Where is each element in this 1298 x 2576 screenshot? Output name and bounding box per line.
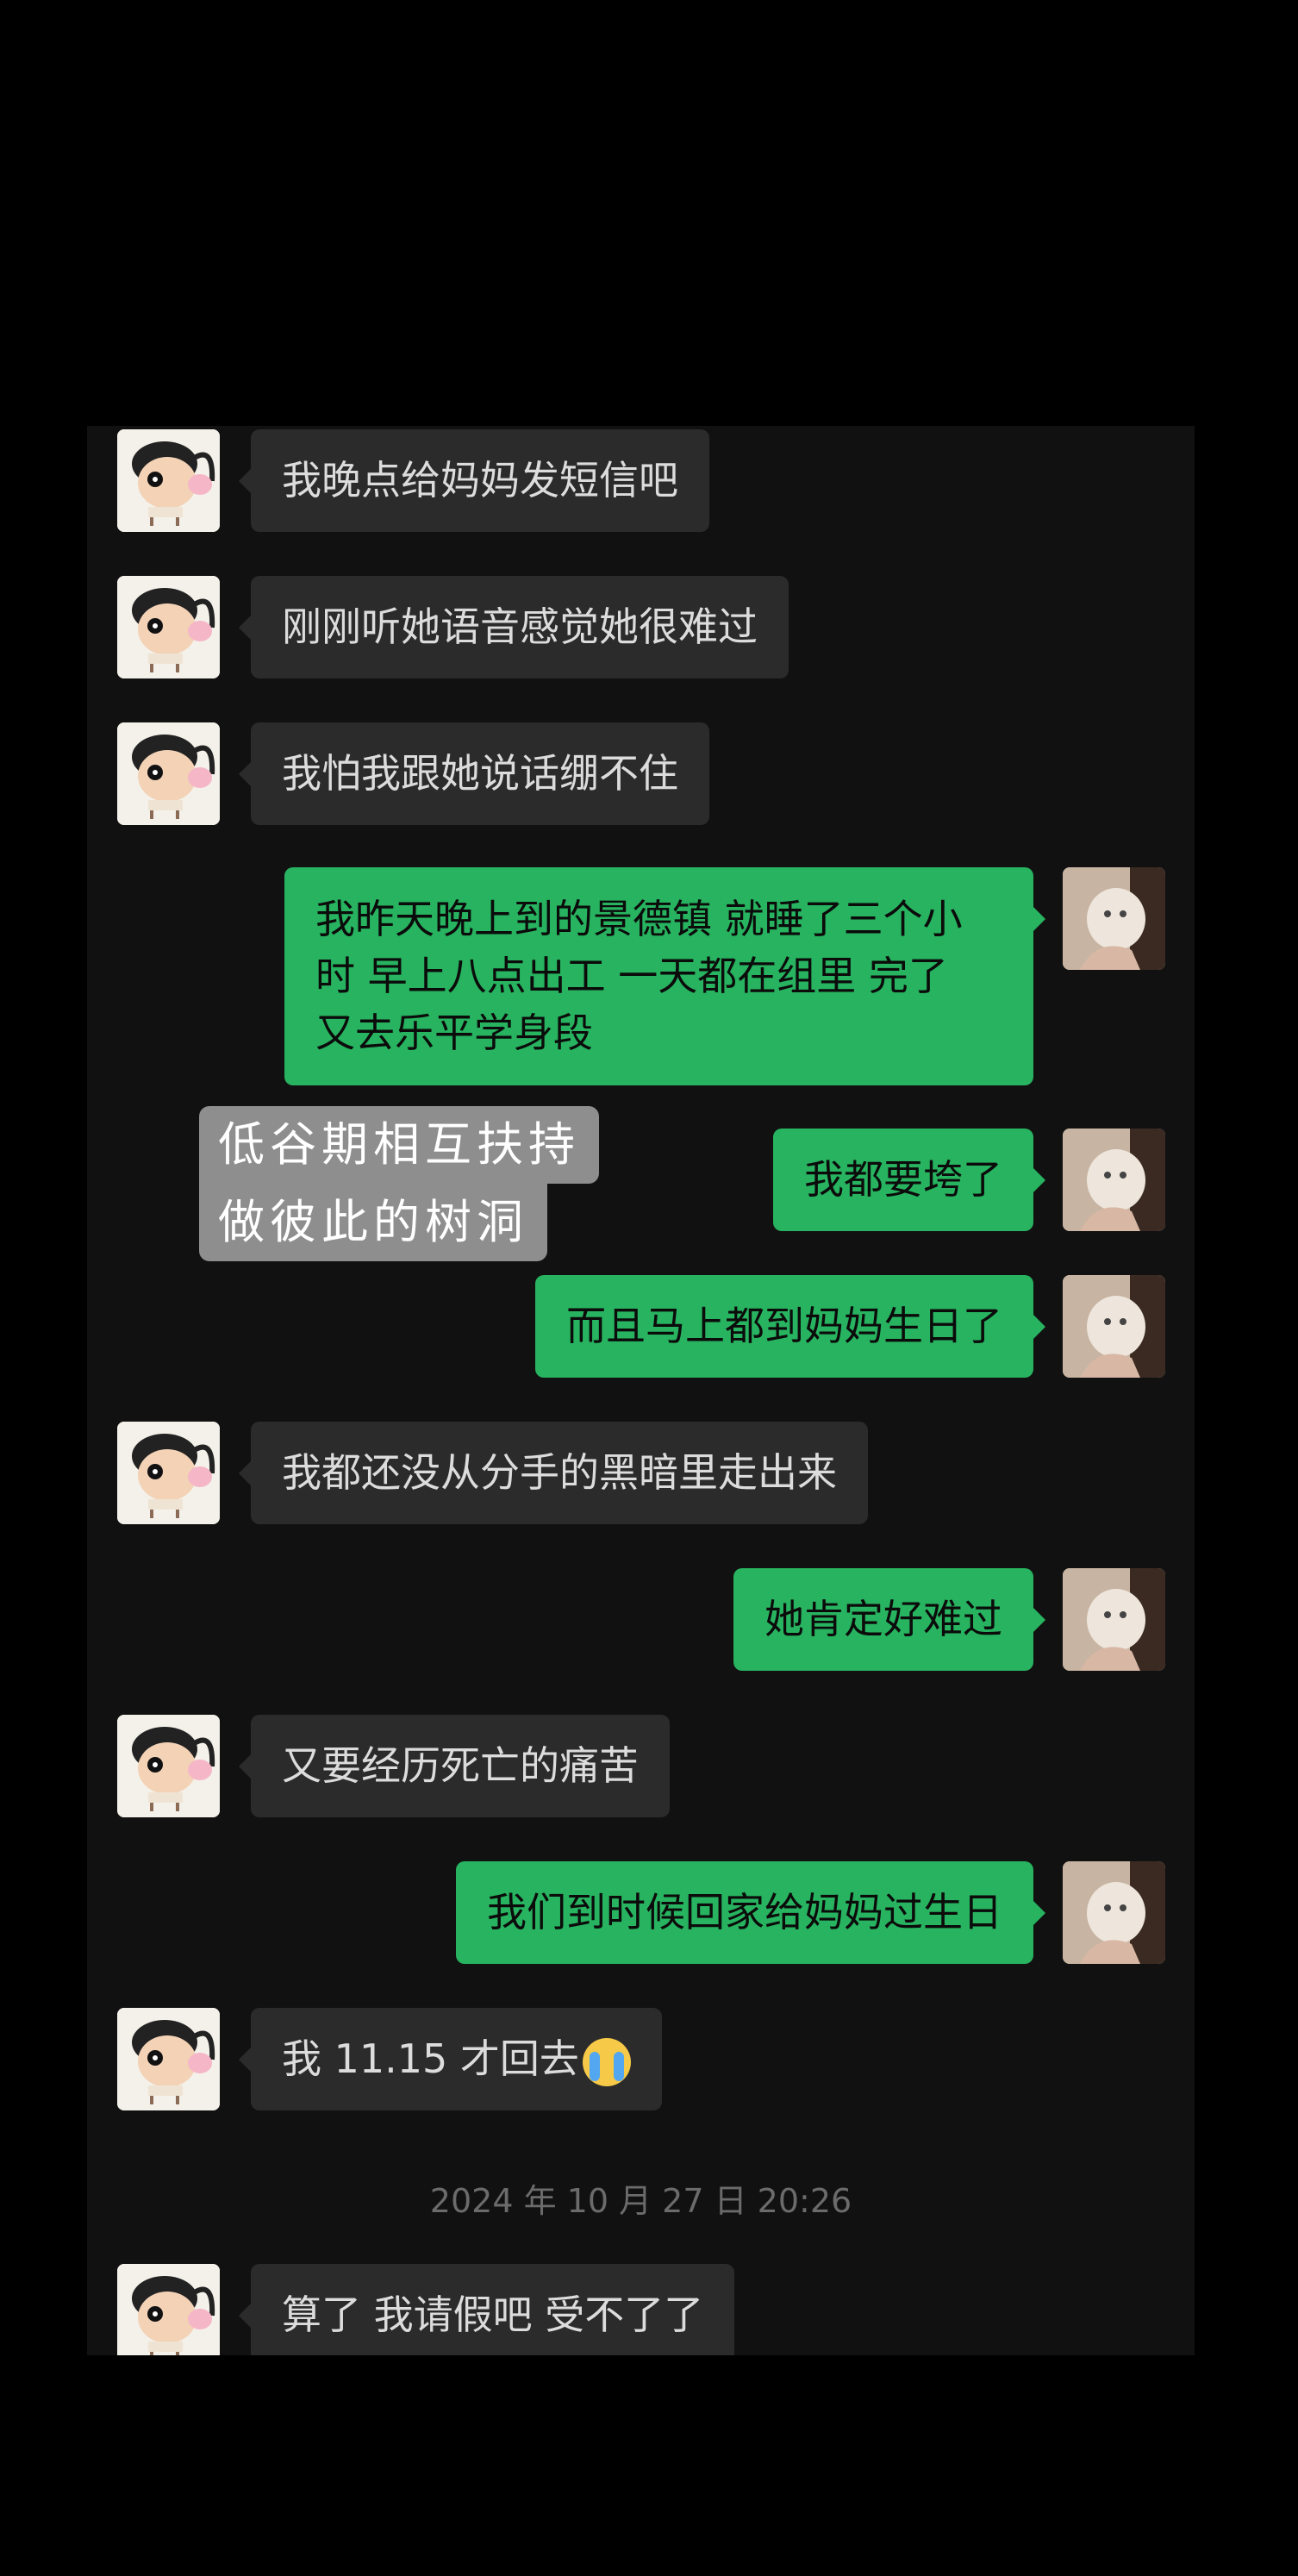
message-bubble[interactable]: 算了 我请假吧 受不了了 bbox=[238, 2264, 735, 2355]
message-bubble[interactable]: 我都要垮了 bbox=[773, 1129, 1045, 1231]
message-row: 我都还没从分手的黑暗里走出来 bbox=[87, 1422, 1195, 1524]
message-row: 我昨天晚上到的景德镇 就睡了三个小 时 早上八点出工 一天都在组里 完了 又去乐… bbox=[87, 867, 1195, 1085]
overlay-caption: 低谷期相互扶持 做彼此的树洞 bbox=[199, 1106, 599, 1261]
contact-avatar[interactable] bbox=[117, 722, 220, 825]
message-row: 算了 我请假吧 受不了了 bbox=[87, 2264, 1195, 2355]
contact-avatar[interactable] bbox=[117, 576, 220, 678]
message-line: 时 早上八点出工 一天都在组里 完了 bbox=[315, 953, 948, 999]
caption-line: 做彼此的树洞 bbox=[199, 1184, 547, 1261]
contact-avatar[interactable] bbox=[117, 2264, 220, 2355]
contact-avatar[interactable] bbox=[117, 1422, 220, 1524]
crying-face-icon bbox=[582, 2037, 631, 2086]
message-line: 又去乐平学身段 bbox=[315, 1010, 593, 1056]
message-row: 而且马上都到妈妈生日了 bbox=[87, 1275, 1195, 1378]
message-bubble[interactable]: 我晚点给妈妈发短信吧 bbox=[239, 429, 709, 532]
contact-avatar[interactable] bbox=[117, 1715, 220, 1817]
message-bubble[interactable]: 而且马上都到妈妈生日了 bbox=[535, 1275, 1045, 1378]
message-bubble[interactable]: 刚刚听她语音感觉她很难过 bbox=[239, 576, 789, 678]
my-avatar[interactable] bbox=[1063, 867, 1165, 970]
message-bubble[interactable]: 又要经历死亡的痛苦 bbox=[239, 1715, 670, 1817]
my-avatar[interactable] bbox=[1063, 1568, 1165, 1671]
message-bubble[interactable]: 我 11.15 才回去 bbox=[239, 2008, 662, 2110]
my-avatar[interactable] bbox=[1063, 1275, 1165, 1378]
my-avatar[interactable] bbox=[1063, 1861, 1165, 1964]
message-bubble[interactable]: 她肯定好难过 bbox=[733, 1568, 1045, 1671]
message-line: 我昨天晚上到的景德镇 就睡了三个小 bbox=[315, 896, 963, 942]
message-row: 又要经历死亡的痛苦 bbox=[87, 1715, 1195, 1817]
timestamp: 2024 年 10 月 27 日 20:26 bbox=[429, 2182, 852, 2220]
message-row: 我怕我跟她说话绷不住 bbox=[87, 722, 1195, 825]
message-bubble[interactable]: 我昨天晚上到的景德镇 就睡了三个小 时 早上八点出工 一天都在组里 完了 又去乐… bbox=[284, 867, 1045, 1085]
message-row: 刚刚听她语音感觉她很难过 bbox=[87, 576, 1195, 678]
my-avatar[interactable] bbox=[1063, 1129, 1165, 1231]
message-bubble[interactable]: 我怕我跟她说话绷不住 bbox=[239, 722, 709, 825]
contact-avatar[interactable] bbox=[117, 2008, 220, 2110]
message-row: 她肯定好难过 bbox=[87, 1568, 1195, 1671]
message-row: 我们到时候回家给妈妈过生日 bbox=[87, 1861, 1195, 1964]
message-row: 我 11.15 才回去 bbox=[87, 2008, 1195, 2110]
contact-avatar[interactable] bbox=[117, 429, 220, 532]
message-bubble[interactable]: 我们到时候回家给妈妈过生日 bbox=[456, 1861, 1045, 1964]
chat-panel: 我晚点给妈妈发短信吧 刚刚听她语音感觉她很难过 我怕我跟她说话绷不住 我昨天晚上… bbox=[87, 426, 1195, 2355]
caption-line: 低谷期相互扶持 bbox=[199, 1106, 599, 1184]
message-text: 我 11.15 才回去 bbox=[282, 2035, 579, 2082]
message-bubble[interactable]: 我都还没从分手的黑暗里走出来 bbox=[239, 1422, 868, 1524]
message-row: 我晚点给妈妈发短信吧 bbox=[87, 429, 1195, 532]
